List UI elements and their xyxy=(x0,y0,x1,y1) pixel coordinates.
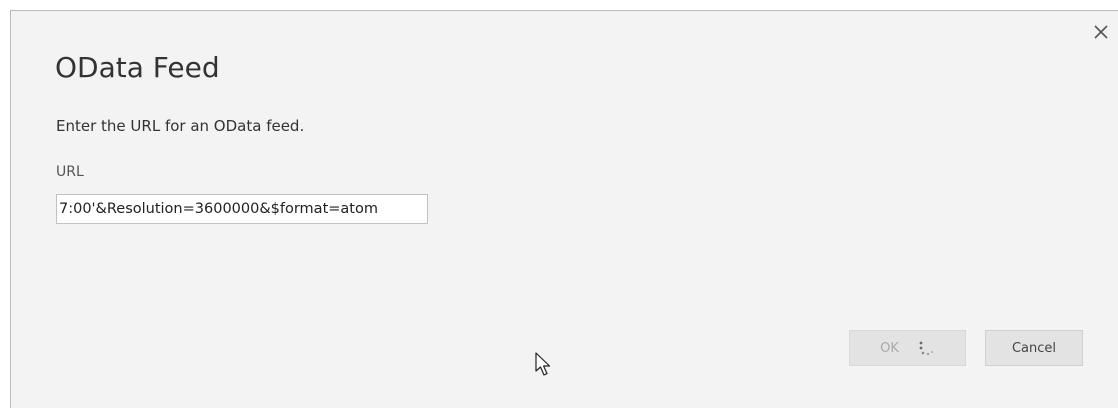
close-icon xyxy=(1094,25,1108,39)
url-input[interactable] xyxy=(56,194,428,224)
odata-feed-dialog: OData Feed Enter the URL for an OData fe… xyxy=(10,10,1118,408)
cancel-button[interactable]: Cancel xyxy=(985,330,1083,366)
dialog-instructions: Enter the URL for an OData feed. xyxy=(56,117,305,135)
close-button[interactable] xyxy=(1090,21,1112,43)
url-label: URL xyxy=(56,164,84,180)
mouse-pointer-icon xyxy=(535,352,551,376)
loading-spinner-icon xyxy=(919,341,933,356)
ok-button[interactable]: OK xyxy=(849,330,966,366)
dialog-title: OData Feed xyxy=(55,51,220,84)
cancel-button-label: Cancel xyxy=(1011,340,1057,356)
ok-button-label: OK xyxy=(880,340,899,356)
